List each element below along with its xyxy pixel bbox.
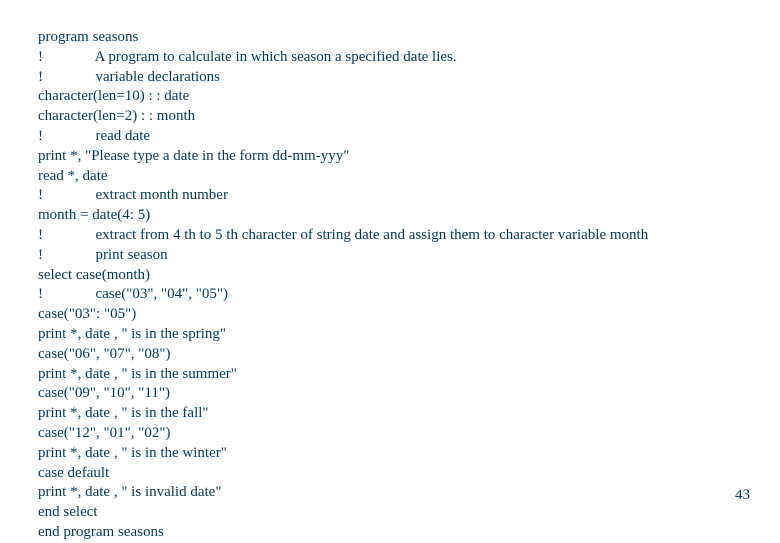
code-line: print *, date , " is in the spring" (38, 325, 780, 345)
code-line: ! extract from 4 th to 5 th character of… (38, 226, 780, 246)
code-line: ! extract month number (38, 186, 780, 206)
code-line: ! case("03", "04", "05") (38, 285, 780, 305)
code-line: case default (38, 464, 780, 484)
code-line: case("12", "01", "02") (38, 424, 780, 444)
code-line: month = date(4: 5) (38, 206, 780, 226)
code-line: character(len=2) : : month (38, 107, 780, 127)
code-line: print *, date , " is in the fall" (38, 404, 780, 424)
code-line: ! print season (38, 246, 780, 266)
code-block: program seasons ! A program to calculate… (0, 0, 780, 543)
page-number: 43 (735, 487, 750, 504)
code-line: case("06", "07", "08") (38, 345, 780, 365)
code-line: print *, date , " is in the winter" (38, 444, 780, 464)
code-line: case("09", "10", "11") (38, 384, 780, 404)
code-line: character(len=10) : : date (38, 87, 780, 107)
code-line: case("03": "05") (38, 305, 780, 325)
code-line: program seasons (38, 28, 780, 48)
code-line: read *, date (38, 167, 780, 187)
code-line: ! A program to calculate in which season… (38, 48, 780, 68)
code-line: ! variable declarations (38, 68, 780, 88)
code-line: end select (38, 503, 780, 523)
code-line: select case(month) (38, 266, 780, 286)
code-line: ! read date (38, 127, 780, 147)
code-line: print *, date , " is in the summer" (38, 365, 780, 385)
code-line: print *, date , " is invalid date" (38, 483, 780, 503)
code-line: print *, "Please type a date in the form… (38, 147, 780, 167)
